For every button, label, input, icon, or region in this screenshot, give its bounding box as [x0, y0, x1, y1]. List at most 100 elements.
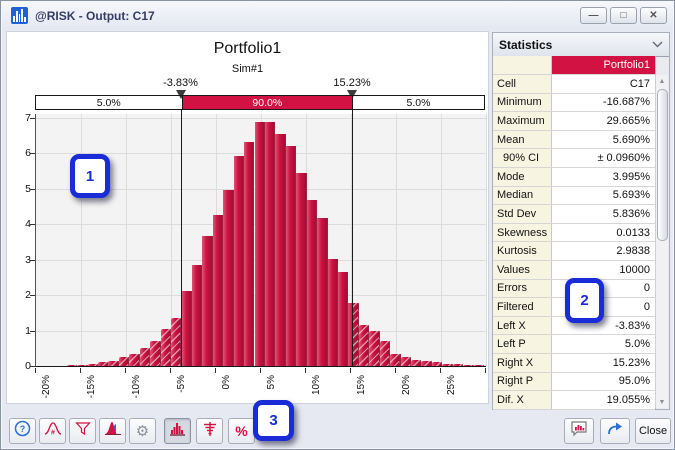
maximize-button[interactable]: □ [610, 7, 637, 24]
left-delimiter-line[interactable] [181, 110, 182, 366]
filter-button[interactable] [69, 418, 96, 444]
stat-label: Minimum [493, 94, 552, 112]
stat-label: Median [493, 187, 552, 205]
statistics-panel: Statistics Portfolio1 CellC17Minimum-16.… [492, 32, 670, 410]
x-tick-label: -20% [41, 375, 53, 409]
stat-value: 5.836% [552, 205, 655, 223]
right-tail-overlay [353, 114, 486, 366]
x-tick-label: 15% [356, 375, 368, 409]
settings-button[interactable]: ⚙ [129, 418, 156, 444]
scrollbar-thumb[interactable] [657, 89, 668, 241]
y-tick-mark [30, 260, 35, 261]
statistics-corner-cell [493, 56, 552, 74]
chevron-down-icon[interactable] [652, 39, 663, 51]
filter-icon [75, 421, 91, 441]
y-tick-label: 7 [13, 112, 31, 124]
y-tick-label: 1 [13, 325, 31, 337]
histogram-bar [119, 357, 129, 366]
y-tick-label: 6 [13, 147, 31, 159]
x-tick-mark [80, 368, 81, 373]
close-window-button[interactable]: ✕ [640, 7, 667, 24]
stat-value: 10000 [552, 261, 655, 279]
stat-label: Filtered [493, 298, 552, 316]
overlay-button[interactable] [99, 418, 126, 444]
x-tick-mark [35, 368, 36, 373]
chart-subtitle: Sim#1 [7, 63, 488, 75]
stat-value: ± 0.0960% [552, 149, 655, 167]
histogram-bar [244, 142, 254, 366]
statistics-panel-header[interactable]: Statistics [493, 33, 669, 57]
help-icon: ? [14, 420, 31, 442]
x-tick-label: 10% [311, 375, 323, 409]
histogram-bar [161, 329, 171, 366]
statistics-row: Skewness0.0133 [493, 224, 655, 243]
stat-label: Mode [493, 168, 552, 186]
stat-label: Skewness [493, 224, 552, 242]
close-button[interactable]: Close [635, 418, 671, 444]
stat-label: Std Dev [493, 205, 552, 223]
y-tick-mark [30, 189, 35, 190]
histogram-bar [338, 272, 348, 366]
histogram-bar [453, 364, 463, 366]
y-tick-label: 3 [13, 254, 31, 266]
y-tick-mark [30, 295, 35, 296]
stat-value: C17 [552, 75, 655, 93]
stat-label: Right P [493, 373, 552, 391]
delimiters-icon [202, 421, 218, 442]
delimiters-button[interactable] [196, 418, 223, 444]
x-tick-mark [305, 368, 306, 373]
statistics-row: Right P95.0% [493, 373, 655, 392]
graph-window-button[interactable] [564, 418, 594, 444]
chart-title: Portfolio1 [7, 40, 488, 58]
scroll-up-icon[interactable]: ▲ [656, 75, 668, 87]
histogram-bar [421, 361, 431, 366]
statistics-row: Right X15.23% [493, 354, 655, 373]
histogram-plot [35, 114, 486, 367]
y-tick-mark [30, 118, 35, 119]
left-delimiter-value: -3.83% [141, 77, 221, 89]
histogram-bar [286, 146, 296, 366]
histogram-bar [182, 291, 192, 366]
stat-value: 29.665% [552, 112, 655, 130]
export-button[interactable] [600, 418, 630, 444]
histogram-bar [432, 362, 442, 366]
chart-panel: Portfolio1 Sim#1 -3.83% 15.23% 5.0% 90.0… [6, 31, 489, 404]
x-tick-label: -10% [131, 375, 143, 409]
histogram-bar [213, 215, 223, 366]
histogram-bar [88, 364, 98, 366]
stat-label: Errors [493, 280, 552, 298]
histogram-view-icon [169, 421, 186, 442]
statistics-row: Mode3.995% [493, 168, 655, 187]
stat-value: 5.693% [552, 187, 655, 205]
statistics-scrollbar[interactable]: ▲ ▼ [655, 75, 668, 408]
stat-value: 0.0133 [552, 224, 655, 242]
histogram-bar [275, 134, 285, 366]
histogram-view-button[interactable] [164, 418, 191, 444]
x-tick-mark [395, 368, 396, 373]
callout-2: 2 [565, 278, 604, 323]
x-tick-mark [170, 368, 171, 373]
y-tick-mark [30, 366, 35, 367]
histogram-bar [255, 122, 265, 366]
define-distribution-button[interactable]: # [39, 418, 66, 444]
statistics-row: Mean5.690% [493, 131, 655, 150]
help-button[interactable]: ? [9, 418, 36, 444]
bottom-toolbar: ? # ⚙ [1, 406, 674, 450]
histogram-bar [328, 259, 338, 366]
percent-button[interactable]: % [228, 418, 255, 444]
histogram-bar [98, 362, 108, 366]
histogram-bar [442, 364, 452, 366]
x-tick-mark [215, 368, 216, 373]
minimize-button[interactable]: — [580, 7, 607, 24]
right-delimiter-line[interactable] [352, 110, 353, 366]
x-tick-label: 0% [221, 375, 233, 409]
x-tick-mark [350, 368, 351, 373]
stat-value: 95.0% [552, 373, 655, 391]
stat-label: Mean [493, 131, 552, 149]
band-right-percent: 5.0% [353, 96, 484, 109]
graph-window-icon [570, 420, 588, 442]
statistics-row: 90% CI± 0.0960% [493, 149, 655, 168]
histogram-bar [192, 265, 202, 366]
histogram-bar [234, 156, 244, 366]
statistics-header-label: Statistics [499, 38, 552, 52]
